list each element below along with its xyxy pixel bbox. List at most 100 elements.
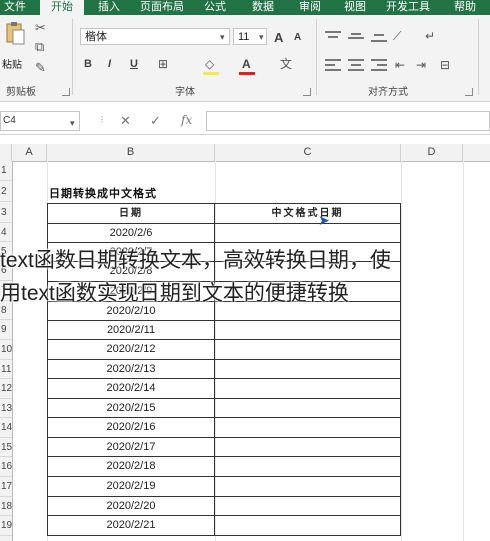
date-cell[interactable]: 2020/2/14 — [47, 379, 215, 399]
result-cell[interactable] — [215, 224, 401, 243]
worksheet: 日期转换成中文格式 日期 中文格式日期 2020/2/6 2020/2/7 20… — [12, 161, 490, 541]
row-header[interactable]: 9 — [0, 320, 12, 340]
ribbon-home: 粘贴 ✂ ⧉ ✎ 剪贴板 楷体 ▾ 11 ▾ A A B I U ⊞ ◇ A 文… — [0, 15, 490, 102]
borders-icon[interactable]: ⊞ — [158, 57, 168, 72]
alignment-dialog-launcher[interactable] — [465, 88, 473, 96]
result-cell[interactable] — [215, 477, 401, 497]
align-middle-icon[interactable] — [348, 31, 364, 43]
date-cell[interactable]: 2020/2/16 — [47, 418, 215, 438]
select-all-corner[interactable] — [0, 144, 12, 161]
row-header[interactable]: 12 — [0, 379, 12, 399]
result-cell[interactable] — [215, 497, 401, 516]
row-header[interactable]: 13 — [0, 399, 12, 418]
fill-color-icon[interactable]: ◇ — [205, 57, 214, 72]
column-header-c[interactable]: C — [215, 144, 401, 161]
date-cell[interactable]: 2020/2/6 — [47, 224, 215, 243]
column-headers: A B C D — [0, 144, 490, 162]
row-header[interactable]: 1 — [0, 161, 12, 181]
align-right-icon[interactable] — [371, 59, 387, 73]
font-group-label: 字体 — [175, 87, 195, 98]
result-cell[interactable] — [215, 457, 401, 477]
row-header[interactable]: 4 — [0, 223, 12, 242]
tab-review[interactable]: 审阅 — [290, 0, 330, 15]
column-header-a[interactable]: A — [12, 144, 47, 161]
tab-home[interactable]: 开始 — [40, 0, 84, 15]
date-cell[interactable]: 2020/2/17 — [47, 438, 215, 457]
result-cell[interactable] — [215, 379, 401, 399]
format-painter-icon[interactable]: ✎ — [35, 60, 46, 75]
result-cell[interactable] — [215, 438, 401, 457]
row-header[interactable]: 17 — [0, 477, 12, 497]
row-header[interactable]: 19 — [0, 516, 12, 536]
result-cell[interactable] — [215, 360, 401, 379]
date-cell[interactable]: 2020/2/21 — [47, 516, 215, 536]
tab-developer[interactable]: 开发工具 — [380, 0, 436, 15]
underline-button[interactable]: U — [130, 58, 138, 70]
italic-button[interactable]: I — [108, 58, 111, 70]
tab-insert[interactable]: 插入 — [92, 0, 126, 15]
result-cell[interactable] — [215, 418, 401, 438]
alignment-group-label: 对齐方式 — [368, 87, 408, 98]
orientation-icon[interactable]: ⟋ — [393, 29, 401, 44]
chevron-down-icon: ▾ — [259, 32, 264, 42]
tab-page-layout[interactable]: 页面布局 — [136, 0, 188, 15]
row-header[interactable]: 14 — [0, 418, 12, 438]
align-top-icon[interactable] — [325, 31, 341, 43]
tab-help[interactable]: 帮助 — [448, 0, 482, 15]
bold-button[interactable]: B — [84, 58, 92, 70]
copy-icon[interactable]: ⧉ — [35, 39, 44, 54]
sheet-title[interactable]: 日期转换成中文格式 — [49, 185, 157, 201]
date-cell[interactable]: 2020/2/18 — [47, 457, 215, 477]
header-cell-chinese-date[interactable]: 中文格式日期 — [215, 203, 401, 224]
font-color-button[interactable]: A — [242, 57, 251, 71]
increase-indent-icon[interactable]: ⇥ — [416, 58, 426, 73]
merge-center-icon[interactable]: ⊟ — [440, 58, 450, 73]
date-cell[interactable]: 2020/2/11 — [47, 321, 215, 340]
clipboard-dialog-launcher[interactable] — [62, 88, 70, 96]
paste-button[interactable]: 粘贴 — [2, 21, 28, 73]
tab-view[interactable]: 视图 — [338, 0, 372, 15]
shrink-font-button[interactable]: A — [294, 32, 301, 43]
result-cell[interactable] — [215, 340, 401, 360]
formula-input[interactable] — [206, 111, 490, 131]
column-header-d[interactable]: D — [401, 144, 463, 161]
date-cell[interactable]: 2020/2/15 — [47, 399, 215, 418]
font-name-select[interactable]: 楷体 — [80, 28, 230, 45]
date-cell[interactable]: 2020/2/12 — [47, 340, 215, 360]
row-header[interactable]: 10 — [0, 340, 12, 360]
row-header[interactable]: 3 — [0, 202, 12, 223]
date-cell[interactable]: 2020/2/20 — [47, 497, 215, 516]
date-cell[interactable]: 2020/2/13 — [47, 360, 215, 379]
ribbon-tab-bar: 文件 开始 插入 页面布局 公式 数据 审阅 视图 开发工具 帮助 — [0, 0, 490, 15]
tab-formulas[interactable]: 公式 — [198, 0, 232, 15]
cut-icon[interactable]: ✂ — [35, 20, 46, 35]
column-header-e[interactable] — [463, 144, 490, 161]
font-dialog-launcher[interactable] — [303, 88, 311, 96]
wrap-text-icon[interactable]: ↵ — [425, 29, 435, 44]
cancel-icon[interactable]: ✕ — [120, 113, 131, 129]
insert-function-icon[interactable]: fx — [181, 113, 192, 127]
row-header[interactable]: 11 — [0, 360, 12, 379]
chevron-down-icon: ▾ — [70, 118, 75, 128]
column-header-b[interactable]: B — [47, 144, 215, 161]
row-header[interactable]: 18 — [0, 497, 12, 516]
result-cell[interactable] — [215, 516, 401, 536]
tab-file[interactable]: 文件 — [0, 0, 30, 15]
decrease-indent-icon[interactable]: ⇤ — [395, 58, 405, 73]
date-cell[interactable]: 2020/2/19 — [47, 477, 215, 497]
tab-data[interactable]: 数据 — [242, 0, 284, 15]
row-header[interactable]: 15 — [0, 438, 12, 457]
grow-font-button[interactable]: A — [274, 30, 283, 45]
name-box[interactable]: C4 — [0, 111, 80, 131]
align-bottom-icon[interactable] — [371, 31, 387, 43]
enter-icon[interactable]: ✓ — [150, 113, 161, 129]
align-left-icon[interactable] — [325, 59, 341, 73]
row-header[interactable]: 2 — [0, 181, 12, 202]
row-header[interactable]: 16 — [0, 457, 12, 477]
result-cell[interactable] — [215, 399, 401, 418]
header-cell-date[interactable]: 日期 — [47, 203, 215, 224]
font-color-swatch — [239, 72, 255, 75]
align-center-icon[interactable] — [348, 59, 364, 73]
phonetic-icon[interactable]: 文 — [280, 57, 292, 72]
result-cell[interactable] — [215, 321, 401, 340]
